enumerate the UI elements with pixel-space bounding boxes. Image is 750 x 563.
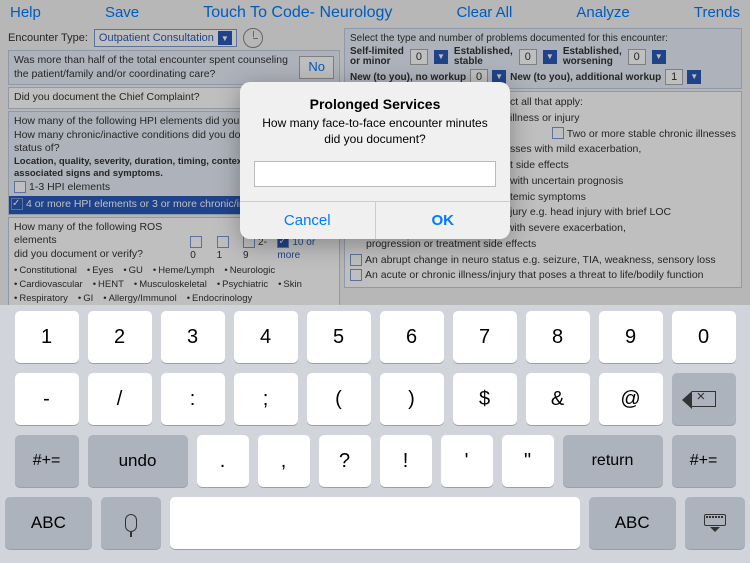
key-semicolon[interactable]: ; <box>234 373 298 425</box>
key-undo[interactable]: undo <box>88 435 188 487</box>
key-backspace[interactable] <box>672 373 736 425</box>
clear-all-button[interactable]: Clear All <box>456 4 512 22</box>
key-at[interactable]: @ <box>599 373 663 425</box>
key-abc-right[interactable]: ABC <box>589 497 676 549</box>
encounter-type-value: Outpatient Consultation <box>99 32 214 44</box>
dropdown-icon[interactable]: ▼ <box>434 50 448 64</box>
key-hide-keyboard[interactable] <box>685 497 745 549</box>
est-stable-count[interactable]: 0 <box>519 49 537 65</box>
cancel-button[interactable]: Cancel <box>240 202 376 239</box>
chief-complaint-question: Did you document the Chief Complaint? <box>14 91 200 103</box>
self-limited-count[interactable]: 0 <box>410 49 428 65</box>
key-0[interactable]: 0 <box>672 311 736 363</box>
key-space[interactable] <box>170 497 580 549</box>
est-worsening-count[interactable]: 0 <box>628 49 646 65</box>
mic-icon <box>125 514 137 532</box>
key-slash[interactable]: / <box>88 373 152 425</box>
dialog-message: How many face-to-face encounter minutes … <box>256 116 494 147</box>
help-button[interactable]: Help <box>10 4 41 22</box>
key-2[interactable]: 2 <box>88 311 152 363</box>
key-9[interactable]: 9 <box>599 311 663 363</box>
key-comma[interactable]: , <box>258 435 310 487</box>
clock-icon[interactable] <box>243 28 263 48</box>
encounter-type-select[interactable]: Outpatient Consultation ▼ <box>94 29 237 47</box>
key-colon[interactable]: : <box>161 373 225 425</box>
dropdown-icon[interactable]: ▼ <box>687 70 701 84</box>
key-dash[interactable]: - <box>15 373 79 425</box>
chronic-illnesses-checkbox[interactable] <box>552 127 564 139</box>
minutes-input[interactable] <box>254 161 496 187</box>
key-return[interactable]: return <box>563 435 663 487</box>
key-apostrophe[interactable]: ' <box>441 435 493 487</box>
save-button[interactable]: Save <box>105 4 139 22</box>
key-6[interactable]: 6 <box>380 311 444 363</box>
key-exclaim[interactable]: ! <box>380 435 432 487</box>
new-add-workup-count[interactable]: 1 <box>665 69 683 85</box>
hide-keyboard-icon <box>704 514 726 532</box>
toolbar: Help Save Touch To Code- Neurology Clear… <box>0 0 750 26</box>
key-4[interactable]: 4 <box>234 311 298 363</box>
ros-1-checkbox[interactable] <box>217 236 229 248</box>
key-rparen[interactable]: ) <box>380 373 444 425</box>
problems-panel: Select the type and number of problems d… <box>344 28 742 89</box>
neuro-status-checkbox[interactable] <box>350 254 362 266</box>
counseling-question: Was more than half of the total encounte… <box>14 54 293 81</box>
ok-button[interactable]: OK <box>376 202 511 239</box>
key-1[interactable]: 1 <box>15 311 79 363</box>
ros-0-checkbox[interactable] <box>190 236 202 248</box>
dropdown-icon: ▼ <box>218 31 232 45</box>
analyze-button[interactable]: Analyze <box>576 4 629 22</box>
prolonged-services-dialog: Prolonged Services How many face-to-face… <box>240 82 510 239</box>
key-3[interactable]: 3 <box>161 311 225 363</box>
key-quote[interactable]: " <box>502 435 554 487</box>
app-title: Touch To Code- Neurology <box>203 4 392 22</box>
encounter-type-label: Encounter Type: <box>8 32 88 44</box>
ros-bullets: Constitutional Eyes GU Heme/Lymph Neurol… <box>14 265 334 306</box>
backspace-icon <box>692 391 716 407</box>
key-period[interactable]: . <box>197 435 249 487</box>
life-threat-checkbox[interactable] <box>350 269 362 281</box>
key-7[interactable]: 7 <box>453 311 517 363</box>
key-amp[interactable]: & <box>526 373 590 425</box>
key-symbols-right[interactable]: #+= <box>672 435 736 487</box>
dropdown-icon[interactable]: ▼ <box>543 50 557 64</box>
key-abc-left[interactable]: ABC <box>5 497 92 549</box>
key-mic[interactable] <box>101 497 161 549</box>
key-8[interactable]: 8 <box>526 311 590 363</box>
key-lparen[interactable]: ( <box>307 373 371 425</box>
key-symbols-left[interactable]: #+= <box>15 435 79 487</box>
trends-button[interactable]: Trends <box>694 4 740 22</box>
dropdown-icon[interactable]: ▼ <box>652 50 666 64</box>
counseling-panel: Was more than half of the total encounte… <box>8 50 340 85</box>
no-button[interactable]: No <box>299 56 334 79</box>
dialog-title: Prolonged Services <box>256 96 494 112</box>
hpi-4-more-checkbox[interactable] <box>11 198 23 210</box>
key-question[interactable]: ? <box>319 435 371 487</box>
ios-keyboard: 1 2 3 4 5 6 7 8 9 0 - / : ; ( ) $ & @ #+… <box>0 305 750 563</box>
key-5[interactable]: 5 <box>307 311 371 363</box>
key-dollar[interactable]: $ <box>453 373 517 425</box>
hpi-1-3-checkbox[interactable] <box>14 181 26 193</box>
